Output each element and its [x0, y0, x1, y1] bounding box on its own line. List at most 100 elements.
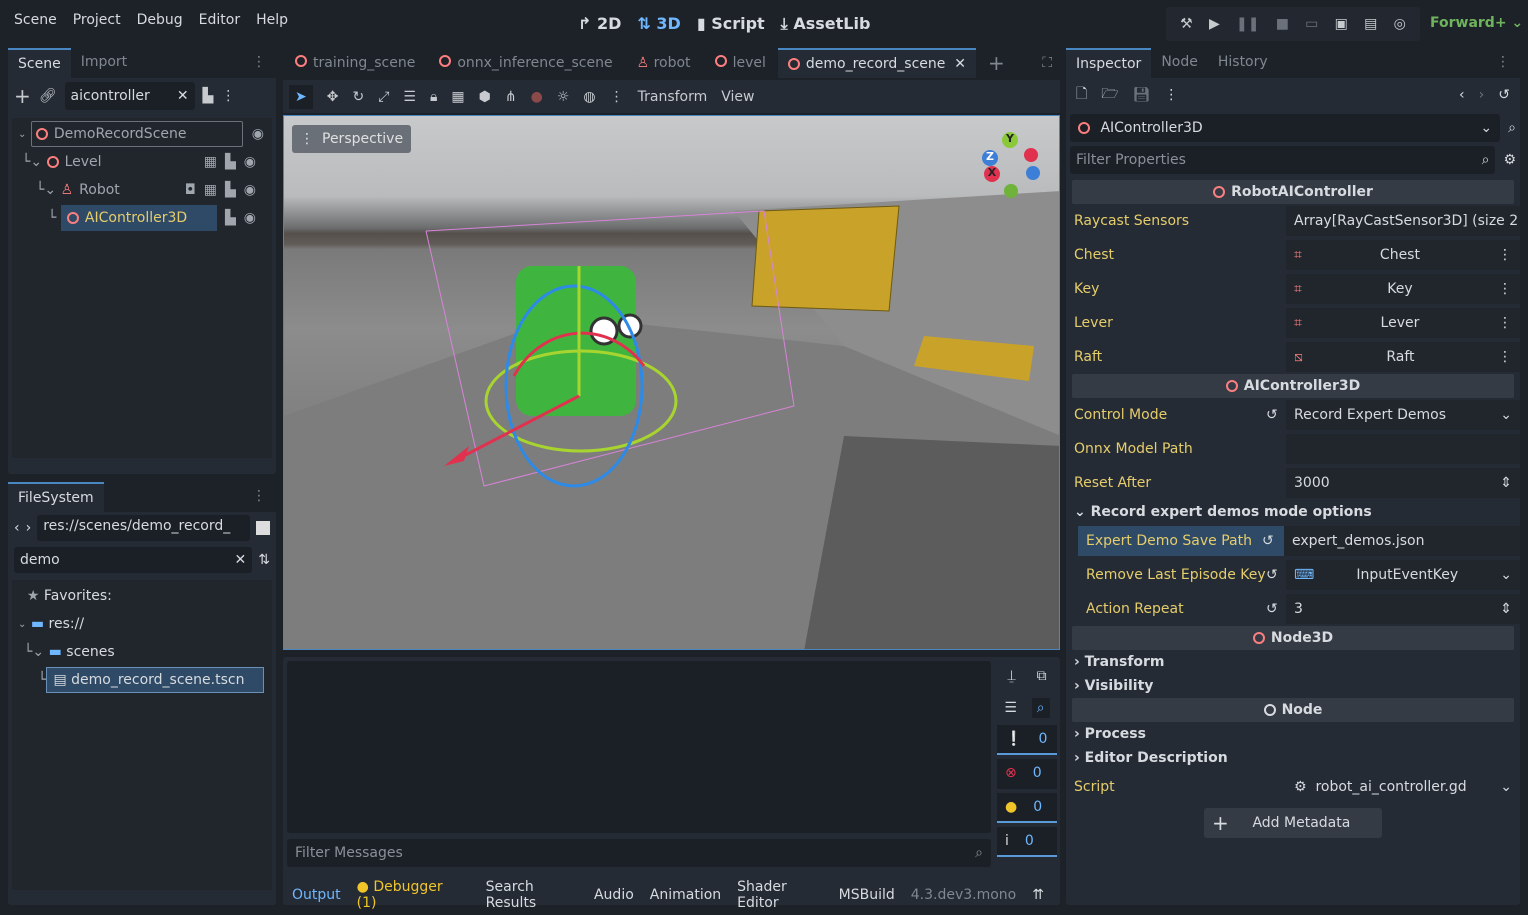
prop-value[interactable]: InputEventKey [1314, 567, 1500, 583]
prop-value[interactable]: Chest [1302, 247, 1498, 263]
play-icon[interactable]: ▶ [1209, 16, 1220, 32]
prop-raycast-sensors[interactable]: Raycast Sensors Array[RayCastSensor3D] (s… [1066, 204, 1520, 238]
menu-editor[interactable]: Editor [191, 12, 248, 28]
doc-icon[interactable]: ⌕ [1508, 120, 1516, 136]
3d-viewport[interactable]: ⋮ Perspective Y Z X [283, 115, 1060, 650]
tree-item-demorecordscene[interactable]: ⌄ DemoRecordScene ◉ [12, 120, 272, 148]
spinner-icon[interactable]: ⇕ [1500, 475, 1512, 491]
more-icon[interactable]: ⋮ [1498, 247, 1512, 263]
movie-maker-icon[interactable]: ◎ [1394, 16, 1406, 32]
revert-icon[interactable]: ↺ [1266, 407, 1286, 423]
filter-warning-toggle[interactable]: ● 0 [997, 793, 1057, 823]
prop-remove-last-episode-key[interactable]: Remove Last Episode Key ↺ ⌨ InputEventKey ⌄ [1066, 558, 1520, 592]
prop-value[interactable]: Key [1302, 281, 1498, 297]
tree-item-aicontroller3d[interactable]: └ AIController3D ▙◉ [12, 204, 272, 232]
group-icon[interactable]: ▦ [451, 89, 464, 105]
gizmo-x[interactable]: X [984, 166, 1000, 182]
more-icon[interactable]: ⋮ [1498, 349, 1512, 365]
open-icon[interactable]: 🗁︎ [1101, 83, 1118, 107]
prop-value[interactable]: Raft [1303, 349, 1498, 365]
workspace-3d[interactable]: ⇅ 3D [637, 14, 680, 34]
menu-project[interactable]: Project [65, 12, 129, 28]
add-node-icon[interactable]: + [14, 84, 31, 108]
prop-expert-demo-save-path[interactable]: Expert Demo Save Path ↺ expert_demos.json [1066, 524, 1520, 558]
workspace-2d[interactable]: ↱ 2D [578, 14, 621, 34]
history-forward-icon[interactable]: › [1479, 87, 1485, 103]
filter-log-toggle[interactable]: ❕ 0 [997, 725, 1057, 755]
rotate-tool-icon[interactable]: ↻ [352, 89, 364, 105]
prop-lever[interactable]: Lever ⌗ Lever ⋮ [1066, 306, 1520, 340]
tab-audio[interactable]: Audio [594, 887, 634, 903]
prop-onnx-model-path[interactable]: Onnx Model Path [1066, 432, 1520, 466]
move-tool-icon[interactable]: ✥ [327, 89, 339, 105]
menu-scene[interactable]: Scene [6, 12, 65, 28]
menu-help[interactable]: Help [248, 12, 296, 28]
filter-error-toggle[interactable]: ⊗ 0 [997, 759, 1057, 789]
prop-value[interactable]: 3000 [1294, 475, 1330, 491]
more-icon[interactable]: ⋮ [221, 88, 235, 104]
workspace-script[interactable]: ▮ Script [697, 14, 765, 34]
view-gizmo[interactable]: Y Z X [974, 128, 1044, 203]
stop-icon[interactable]: ■ [1276, 16, 1289, 32]
snap-icon[interactable]: ⋔ [505, 89, 517, 105]
scene-tab-robot[interactable]: ♙ robot [625, 55, 703, 71]
view-menu[interactable]: View [721, 89, 754, 105]
more-icon[interactable]: ⋮ [1498, 315, 1512, 331]
tab-shader-editor[interactable]: Shader Editor [737, 879, 822, 911]
prop-value[interactable]: 3 [1294, 601, 1303, 617]
close-tab-icon[interactable]: ✕ [954, 56, 966, 72]
path-field[interactable]: res://scenes/demo_record_ [37, 515, 250, 541]
prop-reset-after[interactable]: Reset After 3000 ⇕ [1066, 466, 1520, 500]
split-mode-icon[interactable] [256, 521, 270, 535]
list-select-icon[interactable]: ☰ [403, 89, 416, 105]
add-tab-icon[interactable]: + [976, 51, 1017, 75]
node-indicators[interactable]: ▦▙◉ [204, 154, 264, 170]
node-indicators[interactable]: ◘▦▙◉ [185, 182, 264, 198]
prop-value[interactable] [1286, 434, 1520, 464]
group-editor-description[interactable]: › Editor Description [1066, 746, 1520, 770]
tab-search-results[interactable]: Search Results [486, 879, 578, 911]
prop-control-mode[interactable]: Control Mode ↺ Record Expert Demos ⌄ [1066, 398, 1520, 432]
spinner-icon[interactable]: ⇕ [1500, 601, 1512, 617]
dock-menu-icon[interactable]: ⋮ [1486, 48, 1520, 78]
gizmo-z[interactable]: Z [982, 150, 998, 166]
script-remove-icon[interactable]: ▙ [203, 88, 214, 104]
expand-panel-icon[interactable]: ⇈ [1032, 887, 1044, 903]
prop-key[interactable]: Key ⌗ Key ⋮ [1066, 272, 1520, 306]
folder-res[interactable]: ⌄ ▬ res:// [18, 610, 266, 638]
menu-debug[interactable]: Debug [129, 12, 191, 28]
sort-icon[interactable]: ⇅ [258, 552, 270, 568]
tab-filesystem[interactable]: FileSystem [8, 482, 104, 512]
more-icon[interactable]: ⋮ [1498, 281, 1512, 297]
more-icon[interactable]: ⋮ [610, 89, 624, 105]
group-record-expert-demos[interactable]: ⌄ Record expert demos mode options [1066, 500, 1520, 524]
tab-output[interactable]: Output [292, 887, 341, 903]
gizmo-neg-z[interactable] [1026, 166, 1040, 180]
more-icon[interactable]: ⋮ [1164, 87, 1178, 103]
prop-chest[interactable]: Chest ⌗ Chest ⋮ [1066, 238, 1520, 272]
dock-menu-icon[interactable]: ⋮ [242, 482, 276, 512]
search-toggle-icon[interactable]: ⌕ [1031, 698, 1050, 718]
scene-tab-demo-record[interactable]: demo_record_scene ✕ [777, 48, 977, 78]
renderer-select[interactable]: Forward+ ⌄ [1430, 15, 1523, 31]
select-tool-icon[interactable]: ➤ [289, 84, 313, 109]
revert-icon[interactable]: ↺ [1266, 567, 1286, 583]
tree-item-robot[interactable]: └⌄ ♙ Robot ◘▦▙◉ [12, 176, 272, 204]
prop-value[interactable]: Lever [1302, 315, 1498, 331]
transform-menu[interactable]: Transform [638, 89, 708, 105]
filesystem-filter-input[interactable]: demo ✕ [14, 547, 253, 573]
sun-icon[interactable]: ☼ [557, 89, 570, 105]
visibility-icon[interactable]: ◉ [252, 126, 264, 142]
copy-icon[interactable]: ⧉ [1037, 668, 1047, 684]
hammer-icon[interactable]: ⚒ [1180, 16, 1193, 32]
clear-icon[interactable]: ✕ [177, 88, 189, 104]
prop-value[interactable]: robot_ai_controller.gd [1315, 779, 1466, 795]
revert-icon[interactable]: ↺ [1262, 526, 1284, 556]
scene-tab-level[interactable]: level [703, 55, 778, 71]
distraction-free-icon[interactable]: ⛶ [1034, 55, 1060, 71]
property-settings-icon[interactable]: ⚙ [1503, 152, 1516, 168]
add-metadata-button[interactable]: + Add Metadata [1204, 808, 1382, 838]
back-icon[interactable]: ‹ [14, 520, 20, 536]
workspace-assetlib[interactable]: ⤓ AssetLib [781, 14, 871, 34]
collapse-icon[interactable]: ☰ [1004, 700, 1017, 716]
